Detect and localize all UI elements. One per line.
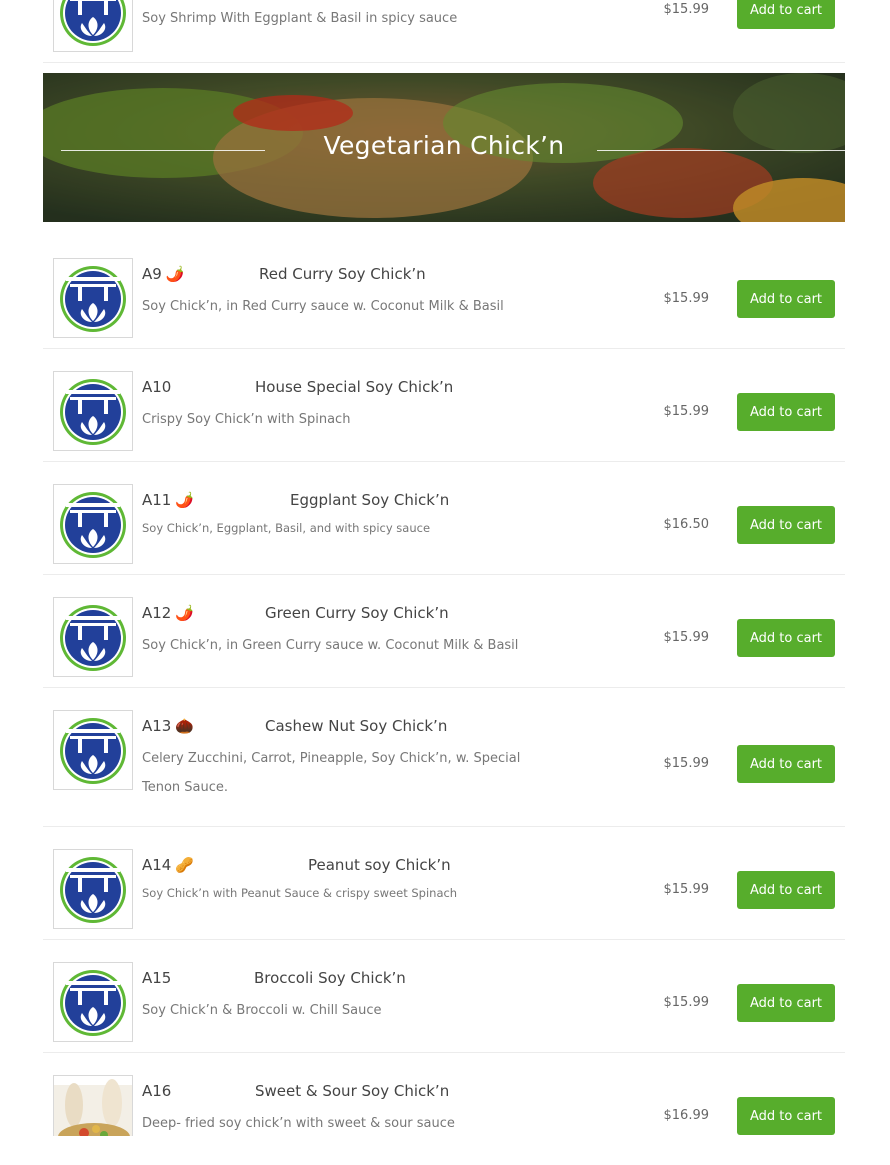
item-thumbnail[interactable] bbox=[53, 258, 133, 338]
menu-list: Soy Shrimp With Eggplant & Basil in spic… bbox=[43, 0, 845, 63]
item-code-text: A10 bbox=[142, 378, 172, 396]
item-name[interactable]: Peanut soy Chick’n bbox=[308, 856, 451, 874]
item-price: $15.99 bbox=[663, 995, 710, 1010]
item-thumbnail[interactable] bbox=[53, 597, 133, 677]
item-thumbnail[interactable] bbox=[53, 484, 133, 564]
item-name[interactable]: Cashew Nut Soy Chick’n bbox=[265, 717, 447, 735]
item-code: A16 bbox=[142, 1082, 175, 1100]
item-price: $15.99 bbox=[663, 404, 710, 419]
peanut-icon: 🥜 bbox=[175, 856, 195, 874]
item-price: $16.50 bbox=[663, 517, 710, 532]
item-code: A15 bbox=[142, 969, 175, 987]
item-code: A10 bbox=[142, 378, 175, 396]
menu-item: A10 House Special Soy Chick’n Crispy Soy… bbox=[43, 349, 845, 462]
item-description: Celery Zucchini, Carrot, Pineapple, Soy … bbox=[142, 751, 521, 795]
item-name[interactable]: House Special Soy Chick’n bbox=[255, 378, 453, 396]
item-code-text: A9 bbox=[142, 265, 162, 283]
item-thumbnail[interactable] bbox=[53, 371, 133, 451]
chili-icon: 🌶️ bbox=[175, 491, 195, 509]
item-description: Soy Chick’n, in Green Curry sauce w. Coc… bbox=[142, 638, 519, 653]
section-title: Vegetarian Chick’n bbox=[323, 131, 565, 160]
add-to-cart-button[interactable]: Add to cart bbox=[737, 393, 835, 431]
menu-item: A9 🌶️ Red Curry Soy Chick’n Soy Chick’n, … bbox=[43, 236, 845, 349]
item-name[interactable]: Sweet & Sour Soy Chick’n bbox=[255, 1082, 449, 1100]
item-code: A12 🌶️ bbox=[142, 604, 194, 622]
item-description: Soy Chick’n & Broccoli w. Chill Sauce bbox=[142, 1003, 382, 1018]
item-code-text: A12 bbox=[142, 604, 172, 622]
item-price: $15.99 bbox=[663, 756, 710, 771]
item-thumbnail[interactable] bbox=[53, 0, 133, 52]
menu-item: A11 🌶️ Eggplant Soy Chick’n Soy Chick’n, … bbox=[43, 462, 845, 575]
add-to-cart-button[interactable]: Add to cart bbox=[737, 506, 835, 544]
add-to-cart-button[interactable]: Add to cart bbox=[737, 1097, 835, 1135]
item-photo[interactable] bbox=[53, 1075, 133, 1136]
item-code: A14 🥜 bbox=[142, 856, 194, 874]
item-code: A13 🌰 bbox=[142, 717, 194, 735]
add-to-cart-button[interactable]: Add to cart bbox=[737, 619, 835, 657]
item-name[interactable]: Green Curry Soy Chick’n bbox=[265, 604, 449, 622]
nut-icon: 🌰 bbox=[175, 717, 195, 735]
menu-item: A14 🥜 Peanut soy Chick’n Soy Chick’n with… bbox=[43, 827, 845, 940]
item-description: Soy Chick’n, in Red Curry sauce w. Cocon… bbox=[142, 299, 504, 314]
item-thumbnail[interactable] bbox=[53, 849, 133, 929]
menu-item: A16 Sweet & Sour Soy Chick’n Deep- fried… bbox=[43, 1053, 845, 1165]
item-code: A9 🌶️ bbox=[142, 265, 185, 283]
item-name[interactable]: Red Curry Soy Chick’n bbox=[259, 265, 426, 283]
item-thumbnail[interactable] bbox=[53, 962, 133, 1042]
chili-icon: 🌶️ bbox=[175, 604, 195, 622]
item-thumbnail[interactable] bbox=[53, 710, 133, 790]
menu-item: A13 🌰 Cashew Nut Soy Chick’n Celery Zucch… bbox=[43, 688, 845, 827]
item-code-text: A14 bbox=[142, 856, 172, 874]
item-name[interactable]: Eggplant Soy Chick’n bbox=[290, 491, 449, 509]
chili-icon: 🌶️ bbox=[165, 265, 185, 283]
item-price: $15.99 bbox=[663, 630, 710, 645]
item-price: $15.99 bbox=[663, 2, 710, 17]
item-code-text: A16 bbox=[142, 1082, 172, 1100]
section-items: A9 🌶️ Red Curry Soy Chick’n Soy Chick’n, … bbox=[43, 236, 845, 1165]
item-description: Soy Shrimp With Eggplant & Basil in spic… bbox=[142, 11, 458, 26]
add-to-cart-button[interactable]: Add to cart bbox=[737, 745, 835, 783]
item-code-text: A15 bbox=[142, 969, 172, 987]
item-name[interactable]: Broccoli Soy Chick’n bbox=[254, 969, 406, 987]
item-description: Deep- fried soy chick’n with sweet & sou… bbox=[142, 1116, 455, 1131]
item-price: $15.99 bbox=[663, 882, 710, 897]
menu-item: Soy Shrimp With Eggplant & Basil in spic… bbox=[43, 0, 845, 63]
item-price: $15.99 bbox=[663, 291, 710, 306]
add-to-cart-button[interactable]: Add to cart bbox=[737, 0, 835, 29]
add-to-cart-button[interactable]: Add to cart bbox=[737, 280, 835, 318]
add-to-cart-button[interactable]: Add to cart bbox=[737, 871, 835, 909]
section-banner: Vegetarian Chick’n bbox=[43, 73, 845, 222]
item-price: $16.99 bbox=[663, 1108, 710, 1123]
item-description: Soy Chick’n, Eggplant, Basil, and with s… bbox=[142, 521, 431, 535]
item-code-text: A13 bbox=[142, 717, 172, 735]
item-code: A11 🌶️ bbox=[142, 491, 194, 509]
item-description: Soy Chick’n with Peanut Sauce & crispy s… bbox=[142, 886, 458, 900]
item-description: Crispy Soy Chick’n with Spinach bbox=[142, 412, 351, 427]
menu-item: A15 Broccoli Soy Chick’n Soy Chick’n & B… bbox=[43, 940, 845, 1053]
item-code-text: A11 bbox=[142, 491, 172, 509]
menu-item: A12 🌶️ Green Curry Soy Chick’n Soy Chick’… bbox=[43, 575, 845, 688]
add-to-cart-button[interactable]: Add to cart bbox=[737, 984, 835, 1022]
